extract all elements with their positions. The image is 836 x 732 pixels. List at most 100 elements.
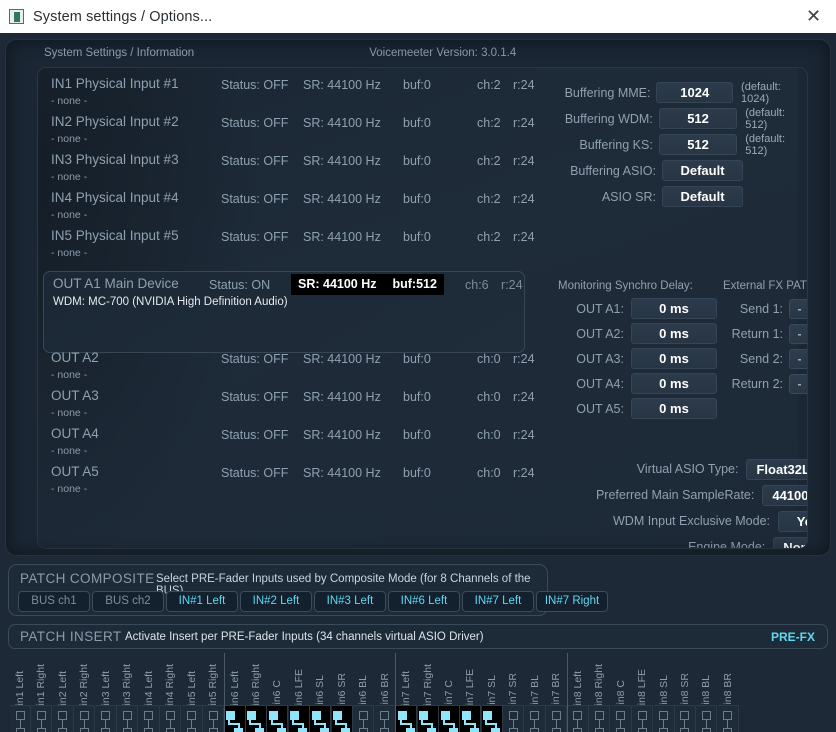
composite-button-7[interactable]: IN#7 Right <box>536 591 608 612</box>
insert-toggle-in8-right[interactable] <box>589 705 610 732</box>
insert-toggle-in8-left[interactable] <box>568 705 589 732</box>
insert-channel-label: in3 Left <box>96 653 117 705</box>
insert-toggle-in7-bl[interactable] <box>525 705 546 732</box>
insert-toggle-in7-left[interactable] <box>396 705 417 732</box>
insert-toggle-in6-br[interactable] <box>375 705 396 732</box>
device-samplerate: SR: 44100 Hz <box>303 78 381 92</box>
insert-toggle-in3-right[interactable] <box>117 705 138 732</box>
insert-toggle-in4-left[interactable] <box>139 705 160 732</box>
composite-button-5[interactable]: IN#6 Left <box>388 591 460 612</box>
buffering-label: Buffering MME: <box>558 86 650 100</box>
insert-toggle-in1-right[interactable] <box>31 705 52 732</box>
device-samplerate: SR: 44100 Hz <box>303 466 381 480</box>
insert-off-icon <box>140 711 157 732</box>
buffering-wdm-field[interactable]: 512 <box>659 108 737 129</box>
close-icon[interactable]: ✕ <box>791 0 836 33</box>
insert-toggle-in8-lfe[interactable] <box>632 705 653 732</box>
fx-send2-a-button[interactable]: - <box>789 349 808 369</box>
insert-toggle-in7-br[interactable] <box>546 705 567 732</box>
selected-device-driver: WDM: MC-700 (NVIDIA High Definition Audi… <box>53 296 288 308</box>
insert-on-icon <box>312 711 329 732</box>
fx-return2-a-button[interactable]: - <box>789 374 808 394</box>
insert-toggle-in4-right[interactable] <box>160 705 181 732</box>
patch-composite-title: PATCH COMPOSITE <box>20 571 155 586</box>
insert-on-icon <box>441 711 458 732</box>
insert-toggle-in6-right[interactable] <box>246 705 267 732</box>
insert-toggle-in7-sr[interactable] <box>503 705 524 732</box>
insert-toggle-in6-sr[interactable] <box>332 705 353 732</box>
buffering-label: Buffering ASIO: <box>558 164 656 178</box>
composite-button-4[interactable]: IN#3 Left <box>314 591 386 612</box>
monitoring-delay-a2[interactable]: 0 ms <box>631 323 717 344</box>
insert-channel-label: in6 C <box>267 653 288 705</box>
fx-label: Send 1: <box>724 302 783 316</box>
insert-toggle-in6-left[interactable] <box>225 705 246 732</box>
insert-toggle-in8-br[interactable] <box>718 705 739 732</box>
monitoring-delay-a1[interactable]: 0 ms <box>631 298 717 319</box>
insert-toggle-in6-c[interactable] <box>267 705 288 732</box>
monitoring-delay-a4[interactable]: 0 ms <box>631 373 717 394</box>
insert-toggle-in7-lfe[interactable] <box>460 705 481 732</box>
insert-off-icon <box>505 711 522 732</box>
device-name: OUT A4 <box>51 426 99 441</box>
pre-fx-badge[interactable]: PRE-FX <box>771 630 815 644</box>
insert-toggle-in2-left[interactable] <box>53 705 74 732</box>
insert-toggle-in6-sl[interactable] <box>310 705 331 732</box>
insert-on-icon <box>226 711 243 732</box>
monitoring-delay-a5[interactable]: 0 ms <box>631 398 717 419</box>
insert-toggle-in5-left[interactable] <box>182 705 203 732</box>
insert-channel-label: in7 SL <box>482 653 503 705</box>
fx-label: Return 2: <box>724 377 783 391</box>
insert-toggle-in8-sl[interactable] <box>654 705 675 732</box>
device-buffer: buf:0 <box>403 466 431 480</box>
selected-device-block[interactable]: OUT A1 Main Device Status: ON SR: 44100 … <box>43 271 525 353</box>
buffering-mme-field[interactable]: 1024 <box>656 82 733 103</box>
insert-toggle-in3-left[interactable] <box>96 705 117 732</box>
app-icon <box>9 9 24 24</box>
fx-return1-a-button[interactable]: - <box>789 324 808 344</box>
insert-channel-label: in5 Left <box>182 653 203 705</box>
insert-off-icon <box>698 711 715 732</box>
device-sub: - none - <box>51 209 87 221</box>
virtual-asio-type-field[interactable]: Float32LSB <box>746 459 808 480</box>
insert-toggle-in7-c[interactable] <box>439 705 460 732</box>
insert-toggle-in8-sr[interactable] <box>675 705 696 732</box>
insert-toggle-in1-left[interactable] <box>10 705 31 732</box>
preferred-samplerate-field[interactable]: 44100 Hz <box>762 485 808 506</box>
insert-off-icon <box>119 711 136 732</box>
asio-sr-field[interactable]: Default <box>662 186 743 207</box>
insert-toggle-in6-lfe[interactable] <box>289 705 310 732</box>
insert-toggle-in8-bl[interactable] <box>696 705 717 732</box>
buffering-row: Buffering KS: 512 (default: 512) <box>558 132 808 157</box>
device-channels: ch:2 <box>477 116 501 130</box>
insert-toggle-in2-right[interactable] <box>74 705 95 732</box>
wdm-exclusive-mode-field[interactable]: Yes <box>778 511 808 532</box>
device-row[interactable]: IN5 Physical Input #5 - none - Status: O… <box>51 228 807 266</box>
insert-off-icon <box>612 711 629 732</box>
engine-mode-field[interactable]: Normal <box>773 537 808 550</box>
buffering-ks-field[interactable]: 512 <box>659 134 737 155</box>
monitoring-synchro-delay: Monitoring Synchro Delay: External FX PA… <box>558 280 808 421</box>
buffering-row: Buffering WDM: 512 (default: 512) <box>558 106 808 131</box>
insert-toggle-in6-bl[interactable] <box>353 705 374 732</box>
device-sub: - none - <box>51 407 87 419</box>
composite-button-6[interactable]: IN#7 Left <box>462 591 534 612</box>
insert-on-icon <box>483 711 500 732</box>
insert-toggle-in8-c[interactable] <box>611 705 632 732</box>
composite-button-2[interactable]: IN#1 Left <box>166 591 238 612</box>
patch-insert-channel-labels: in1 Leftin1 Rightin2 Leftin2 Rightin3 Le… <box>8 653 828 705</box>
device-resolution: r:24 <box>513 116 535 130</box>
monitoring-delay-a3[interactable]: 0 ms <box>631 348 717 369</box>
composite-button-0[interactable]: BUS ch1 <box>18 591 90 612</box>
fx-send1-a-button[interactable]: - <box>789 299 808 319</box>
composite-button-1[interactable]: BUS ch2 <box>92 591 164 612</box>
buffering-asio-field[interactable]: Default <box>662 160 743 181</box>
composite-button-3[interactable]: IN#2 Left <box>240 591 312 612</box>
insert-channel-label: in6 BL <box>353 653 374 705</box>
insert-off-icon <box>97 711 114 732</box>
insert-toggle-in7-right[interactable] <box>418 705 439 732</box>
insert-toggle-in5-right[interactable] <box>203 705 224 732</box>
selected-device-name: OUT A1 Main Device <box>53 276 179 291</box>
insert-channel-label: in3 Right <box>117 653 138 705</box>
insert-toggle-in7-sl[interactable] <box>482 705 503 732</box>
